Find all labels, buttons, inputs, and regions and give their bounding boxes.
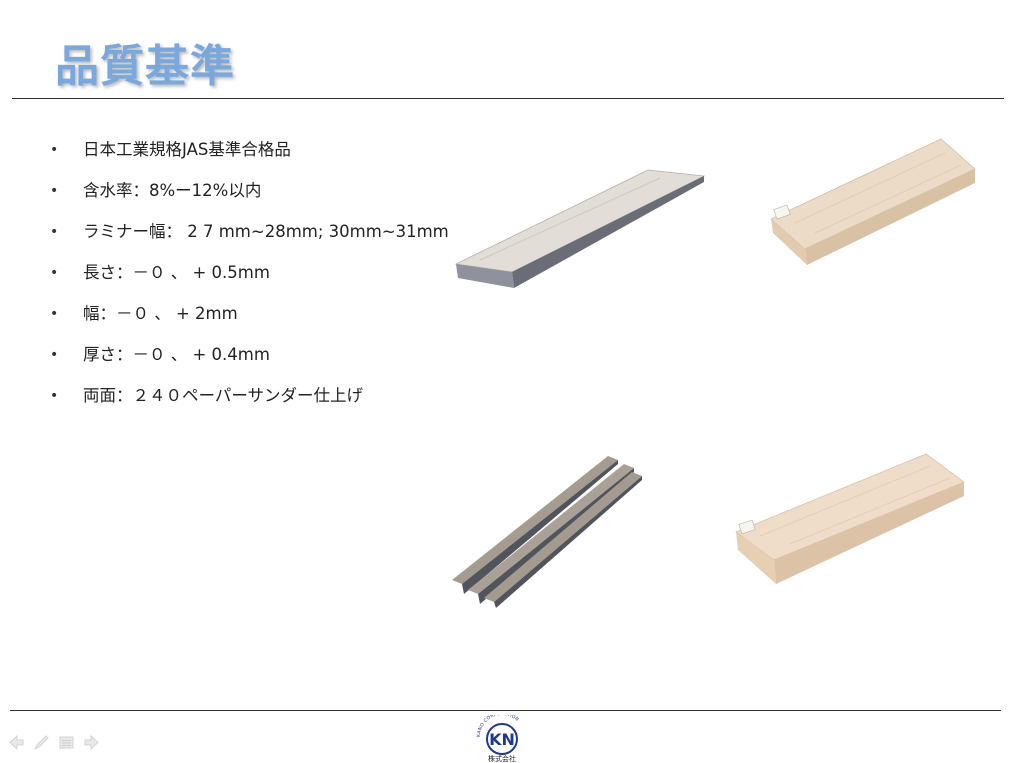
slide-title: 品質基準: [55, 41, 235, 92]
list-item: • 両面：２４０ペーパーサンダー仕上げ: [50, 384, 449, 425]
bullet-dot: •: [50, 388, 59, 404]
bullet-text: 両面：２４０ペーパーサンダー仕上げ: [83, 386, 364, 405]
list-item: • 厚さ：－０ 、 + 0.4mm: [50, 343, 449, 384]
bullet-text: 日本工業規格JAS基準合格品: [83, 140, 291, 159]
bullet-dot: •: [50, 347, 59, 363]
list-item: • ラミナー幅： 2 7 mm~28mm; 30mm~31mm: [50, 220, 449, 261]
bullet-dot: •: [50, 183, 59, 199]
bullet-dot: •: [50, 265, 59, 281]
list-item: • 幅：－０ 、 + 2mm: [50, 302, 449, 343]
top-divider: [12, 98, 1004, 99]
bullet-text: 含水率：8%ー12%以内: [83, 181, 262, 200]
bullet-text: 幅：－０ 、 + 2mm: [83, 304, 238, 323]
bullet-dot: •: [50, 306, 59, 322]
product-photo-thick-board: [770, 138, 976, 265]
bullet-text: 厚さ：－０ 、 + 0.4mm: [83, 345, 270, 364]
arrow-left-icon[interactable]: [8, 734, 25, 751]
bullet-dot: •: [50, 142, 59, 158]
bullet-text: ラミナー幅： 2 7 mm~28mm; 30mm~31mm: [83, 222, 449, 241]
bullet-text: 長さ：－０ 、 + 0.5mm: [83, 263, 270, 282]
pen-icon[interactable]: [33, 734, 50, 751]
company-logo: KANO CORPORATION KN 株式会社: [476, 715, 520, 763]
menu-icon[interactable]: [58, 734, 75, 751]
logo-letters: KN: [489, 730, 515, 749]
list-item: • 日本工業規格JAS基準合格品: [50, 138, 449, 179]
product-photo-long-plank: [454, 169, 706, 288]
product-photo-three-strips: [452, 456, 642, 608]
list-item: • 含水率：8%ー12%以内: [50, 179, 449, 220]
logo-caption: 株式会社: [488, 754, 516, 763]
product-photo-wide-panel: [735, 453, 965, 584]
bullet-list: • 日本工業規格JAS基準合格品 • 含水率：8%ー12%以内 • ラミナー幅： 2 …: [50, 138, 449, 425]
slide-nav-toolbar: [8, 734, 100, 751]
bottom-divider: [10, 710, 1001, 711]
arrow-right-icon[interactable]: [83, 734, 100, 751]
bullet-dot: •: [50, 224, 59, 240]
list-item: • 長さ：－０ 、 + 0.5mm: [50, 261, 449, 302]
